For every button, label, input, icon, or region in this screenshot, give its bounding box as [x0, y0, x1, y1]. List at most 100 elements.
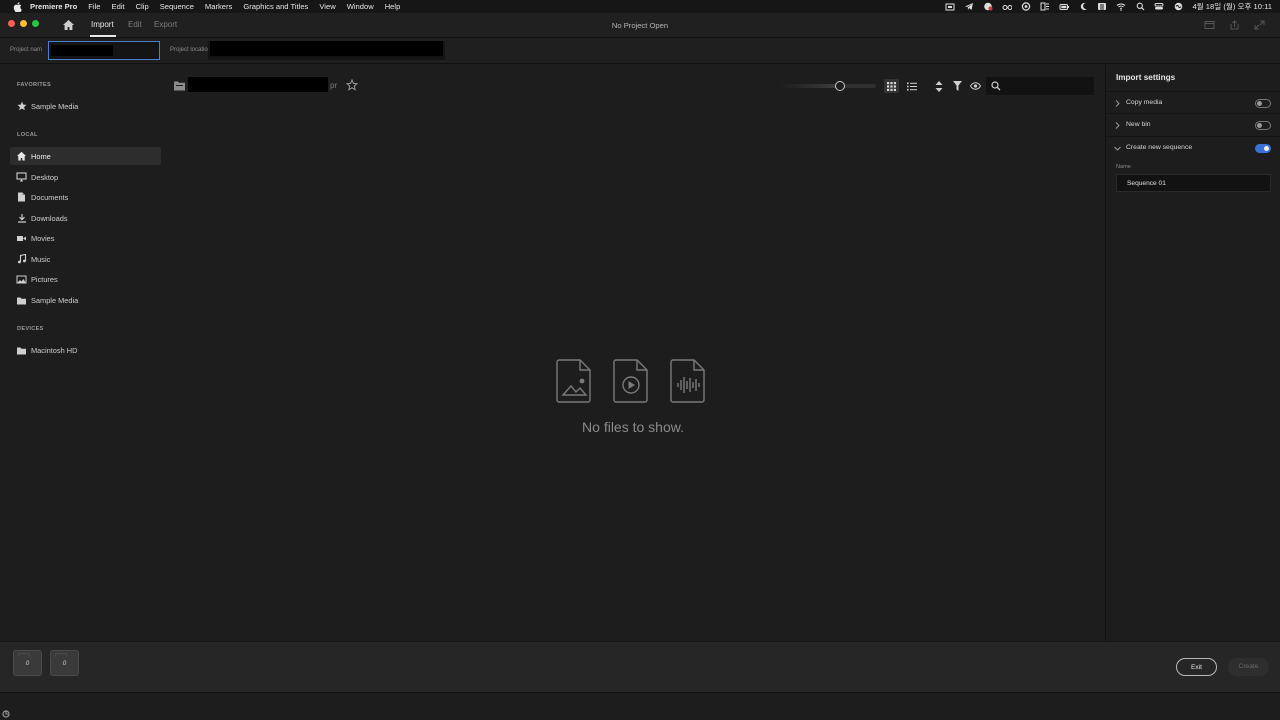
control-center-icon[interactable] — [1154, 2, 1164, 11]
project-name-label: Project nam — [10, 47, 43, 53]
app-header: Import Edit Export No Project Open — [0, 13, 1280, 38]
fullscreen-icon[interactable] — [1254, 20, 1265, 30]
sequence-name-label: Name — [1116, 164, 1131, 170]
sidebar-item-home[interactable]: Home — [10, 147, 161, 165]
list-view-button[interactable] — [904, 79, 919, 93]
redacted-project-location — [210, 41, 443, 56]
sidebar-item-documents[interactable]: Documents — [10, 188, 161, 206]
sidebar-item-label: Sample Media — [31, 295, 79, 305]
sidebar-item-sample-media[interactable]: Sample Media — [10, 291, 161, 309]
exit-button[interactable]: Exit — [1176, 658, 1217, 676]
sidebar-item-movies[interactable]: Movies — [10, 229, 161, 247]
menu-graphics-and-titles[interactable]: Graphics and Titles — [243, 2, 308, 11]
chevron-right-icon — [1115, 100, 1120, 107]
menu-view[interactable]: View — [319, 2, 335, 11]
menubar-status-area: 4월 18일 (월) 오후 10:11 — [945, 0, 1272, 13]
movie-icon — [16, 233, 27, 243]
menu-markers[interactable]: Markers — [205, 2, 232, 11]
project-location-input[interactable] — [208, 41, 445, 60]
project-location-label: Project location — [170, 47, 212, 53]
video-file-icon — [613, 359, 649, 403]
copy-media-toggle[interactable] — [1255, 99, 1271, 108]
menubar-clock[interactable]: 4월 18일 (월) 오후 10:11 — [1192, 1, 1272, 12]
document-icon — [16, 192, 27, 202]
glasses-icon[interactable] — [1002, 2, 1013, 11]
menu-window[interactable]: Window — [347, 2, 374, 11]
search-box[interactable] — [986, 77, 1094, 95]
apple-icon[interactable] — [10, 1, 24, 12]
empty-state-icons — [556, 359, 706, 403]
favorite-star-icon[interactable] — [346, 79, 358, 91]
menu-sequence[interactable]: Sequence — [160, 2, 194, 11]
preview-visibility-button[interactable] — [968, 79, 983, 93]
new-bin-toggle[interactable] — [1255, 121, 1271, 130]
sidebar-item-macintosh-hd[interactable]: Macintosh HD — [10, 341, 161, 359]
telegram-icon[interactable] — [964, 2, 974, 11]
sidebar-item-label: Desktop — [31, 172, 59, 182]
audio-file-icon — [670, 359, 706, 403]
sidebar-item-label: Music — [31, 254, 51, 264]
siri-icon[interactable] — [1173, 2, 1183, 11]
empty-state-message: No files to show. — [582, 419, 684, 435]
spotlight-search-icon[interactable] — [1135, 2, 1145, 11]
progress-indicator-icon[interactable] — [2, 710, 10, 718]
menu-app-name[interactable]: Premiere Pro — [30, 2, 77, 11]
sidebar-item-label: Movies — [31, 233, 55, 243]
creative-cloud-icon[interactable] — [983, 2, 993, 11]
section-title-local: LOCAL — [17, 132, 38, 138]
sidebar-item-label: Downloads — [31, 213, 68, 223]
redacted-project-name — [51, 45, 113, 56]
folder-icon — [16, 295, 27, 305]
create-button[interactable]: Create — [1228, 658, 1269, 676]
share-icon[interactable] — [1229, 20, 1240, 30]
tray-tab — [55, 653, 67, 657]
folder-icon — [16, 345, 27, 355]
selected-bins-tray[interactable]: 0 — [50, 650, 79, 676]
sidebar-item-downloads[interactable]: Downloads — [10, 209, 161, 227]
grid-view-button[interactable] — [884, 79, 899, 93]
thumbnail-size-slider[interactable] — [780, 84, 876, 88]
sequence-name-input[interactable] — [1116, 174, 1271, 192]
tray-tab — [18, 653, 30, 657]
filter-button[interactable] — [950, 79, 965, 93]
create-new-sequence-toggle[interactable] — [1255, 144, 1271, 153]
battery-icon[interactable] — [1059, 2, 1070, 11]
tab-import-indicator — [90, 35, 116, 37]
copy-media-row[interactable]: Copy media — [1106, 91, 1280, 114]
desktop-icon — [16, 172, 27, 182]
project-bar: Project nam Project location — [0, 38, 1280, 64]
menu-clip[interactable]: Clip — [136, 2, 149, 11]
thumbnail-size-handle[interactable] — [834, 81, 845, 91]
sidebar-item-label: Pictures — [31, 274, 58, 284]
path-folder-icon[interactable] — [173, 80, 186, 91]
new-bin-row[interactable]: New bin — [1106, 114, 1280, 137]
toggle-knob — [1264, 146, 1269, 151]
moon-icon[interactable] — [1078, 2, 1088, 11]
sidebar-item-music[interactable]: Music — [10, 250, 161, 268]
sidebar-item-pictures[interactable]: Pictures — [10, 270, 161, 288]
sort-button[interactable] — [931, 79, 946, 93]
text-input-icon[interactable] — [1040, 2, 1050, 11]
workspace-icon[interactable] — [1204, 20, 1215, 30]
keyboard-language-icon[interactable] — [1097, 2, 1107, 11]
menu-help[interactable]: Help — [385, 2, 401, 11]
filter-icon — [953, 81, 962, 91]
menu-bar: Premiere Pro File Edit Clip Sequence Mar… — [0, 0, 1280, 13]
project-name-input[interactable] — [48, 41, 160, 60]
list-view-icon — [906, 82, 917, 91]
create-new-sequence-row[interactable]: Create new sequence — [1106, 137, 1280, 160]
screen-mirror-icon[interactable] — [945, 2, 955, 11]
menu-edit[interactable]: Edit — [112, 2, 125, 11]
sync-icon[interactable] — [1021, 2, 1031, 11]
search-input[interactable] — [1006, 77, 1090, 95]
sort-icon — [935, 80, 943, 92]
sidebar-item-favorite-sample-media[interactable]: Sample Media — [10, 97, 161, 115]
selected-media-tray[interactable]: 0 — [13, 650, 42, 676]
sidebar-item-desktop[interactable]: Desktop — [10, 168, 161, 186]
chevron-right-icon — [1115, 122, 1120, 129]
grid-view-icon — [887, 81, 896, 91]
star-icon — [16, 101, 27, 111]
menu-file[interactable]: File — [88, 2, 100, 11]
wifi-icon[interactable] — [1116, 2, 1126, 11]
import-settings-panel: Import settings Copy media New bin Creat… — [1105, 65, 1280, 641]
